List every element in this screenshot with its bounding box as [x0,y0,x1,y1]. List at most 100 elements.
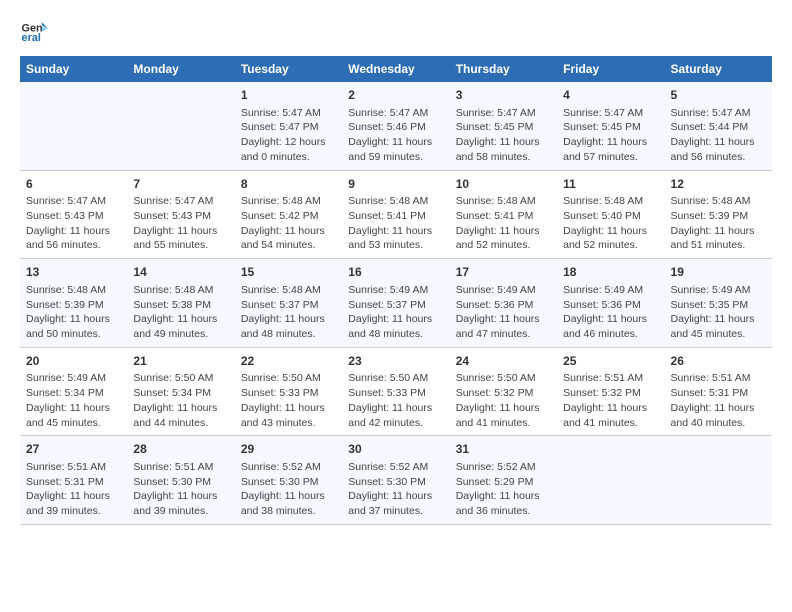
calendar-cell: 23Sunrise: 5:50 AMSunset: 5:33 PMDayligh… [342,347,449,436]
day-number: 31 [456,441,551,458]
cell-info-line: Sunrise: 5:47 AM [26,195,106,207]
cell-info-line: Daylight: 11 hours and 40 minutes. [671,402,755,429]
calendar-cell: 24Sunrise: 5:50 AMSunset: 5:32 PMDayligh… [450,347,557,436]
day-number: 11 [563,176,658,193]
cell-info-line: Sunrise: 5:50 AM [348,372,428,384]
calendar-cell [557,436,664,525]
cell-info-line: Sunrise: 5:47 AM [241,107,321,119]
calendar-header: SundayMondayTuesdayWednesdayThursdayFrid… [20,56,772,82]
day-number: 13 [26,264,121,281]
cell-info-line: Sunset: 5:36 PM [563,299,641,311]
cell-info-line: Sunset: 5:47 PM [241,121,319,133]
cell-info-line: Sunrise: 5:48 AM [26,284,106,296]
day-number: 15 [241,264,336,281]
calendar-cell: 29Sunrise: 5:52 AMSunset: 5:30 PMDayligh… [235,436,342,525]
cell-info-line: Daylight: 11 hours and 42 minutes. [348,402,432,429]
header-day: Wednesday [342,56,449,82]
calendar-cell: 25 Sunrise: 5:51 AM Sunset: 5:32 PM Dayligh… [557,347,664,436]
cell-info-line: Sunset: 5:44 PM [671,121,749,133]
cell-info-line: Sunrise: 5:51 AM [671,372,751,384]
calendar-cell: 10Sunrise: 5:48 AMSunset: 5:41 PMDayligh… [450,170,557,259]
logo: Gen eral [20,16,52,44]
day-number: 5 [671,87,766,104]
cell-info-line: Sunset: 5:45 PM [456,121,534,133]
cell-info-line: Sunset: 5:32 PM [563,387,641,399]
calendar-cell [20,82,127,170]
cell-info-line: Sunrise: 5:51 AM [133,461,213,473]
cell-info-line: Sunrise: 5:48 AM [241,284,321,296]
calendar-cell: 1Sunrise: 5:47 AMSunset: 5:47 PMDaylight… [235,82,342,170]
day-number: 19 [671,264,766,281]
cell-info-line: Daylight: 11 hours and 43 minutes. [241,402,325,429]
cell-info-line: Sunrise: 5:49 AM [671,284,751,296]
calendar-page: Gen eral SundayMondayTuesdayWednesdayThu… [0,0,792,612]
day-number: 9 [348,176,443,193]
page-header: Gen eral [20,16,772,44]
cell-info-line: Daylight: 11 hours and 39 minutes. [133,490,217,517]
cell-info-line: Daylight: 11 hours and 47 minutes. [456,313,540,340]
day-number: 28 [133,441,228,458]
header-row: SundayMondayTuesdayWednesdayThursdayFrid… [20,56,772,82]
calendar-cell: 14Sunrise: 5:48 AMSunset: 5:38 PMDayligh… [127,259,234,348]
cell-info-line: Sunrise: 5:51 AM [26,461,106,473]
calendar-cell: 27Sunrise: 5:51 AMSunset: 5:31 PMDayligh… [20,436,127,525]
day-number: 25 [563,353,658,370]
day-number: 22 [241,353,336,370]
cell-info-line: Daylight: 11 hours and 48 minutes. [241,313,325,340]
header-day: Sunday [20,56,127,82]
day-number: 17 [456,264,551,281]
cell-info-line: Sunrise: 5:48 AM [671,195,751,207]
day-number: 16 [348,264,443,281]
cell-info-line: Daylight: 11 hours and 56 minutes. [671,136,755,163]
cell-info-line: Sunset: 5:35 PM [671,299,749,311]
calendar-cell: 9Sunrise: 5:48 AMSunset: 5:41 PMDaylight… [342,170,449,259]
cell-info-line: Daylight: 11 hours and 53 minutes. [348,225,432,252]
cell-info-line: Sunset: 5:43 PM [26,210,104,222]
calendar-cell: 13Sunrise: 5:48 AMSunset: 5:39 PMDayligh… [20,259,127,348]
day-number: 2 [348,87,443,104]
calendar-cell: 30Sunrise: 5:52 AMSunset: 5:30 PMDayligh… [342,436,449,525]
cell-info-line: Daylight: 12 hours and 0 minutes. [241,136,326,163]
day-number: 4 [563,87,658,104]
day-number: 3 [456,87,551,104]
cell-info-line: Daylight: 11 hours and 41 minutes. [563,402,647,429]
cell-info-line: Daylight: 11 hours and 52 minutes. [563,225,647,252]
cell-info-line: Daylight: 11 hours and 55 minutes. [133,225,217,252]
cell-info-line: Daylight: 11 hours and 46 minutes. [563,313,647,340]
cell-info-line: Sunset: 5:30 PM [133,476,211,488]
calendar-cell: 6Sunrise: 5:47 AMSunset: 5:43 PMDaylight… [20,170,127,259]
cell-info-line: Sunset: 5:31 PM [671,387,749,399]
day-number: 21 [133,353,228,370]
calendar-cell: 16Sunrise: 5:49 AMSunset: 5:37 PMDayligh… [342,259,449,348]
cell-info-line: Daylight: 11 hours and 56 minutes. [26,225,110,252]
day-number: 26 [671,353,766,370]
cell-info-line: Sunset: 5:31 PM [26,476,104,488]
calendar-cell: 15Sunrise: 5:48 AMSunset: 5:37 PMDayligh… [235,259,342,348]
cell-info-line: Sunrise: 5:51 AM [563,372,643,384]
cell-info-line: Sunrise: 5:49 AM [26,372,106,384]
day-number: 29 [241,441,336,458]
calendar-cell: 5Sunrise: 5:47 AMSunset: 5:44 PMDaylight… [665,82,772,170]
cell-info-line: Sunset: 5:40 PM [563,210,641,222]
day-number: 24 [456,353,551,370]
cell-info-line: Sunrise: 5:47 AM [563,107,643,119]
calendar-body: 1Sunrise: 5:47 AMSunset: 5:47 PMDaylight… [20,82,772,524]
calendar-cell: 11Sunrise: 5:48 AMSunset: 5:40 PMDayligh… [557,170,664,259]
calendar-cell: 17Sunrise: 5:49 AMSunset: 5:36 PMDayligh… [450,259,557,348]
day-number: 14 [133,264,228,281]
cell-info-line: Sunset: 5:41 PM [348,210,426,222]
cell-info-line: Sunset: 5:45 PM [563,121,641,133]
calendar-cell: 3Sunrise: 5:47 AMSunset: 5:45 PMDaylight… [450,82,557,170]
cell-info-line: Sunrise: 5:52 AM [241,461,321,473]
cell-info-line: Daylight: 11 hours and 59 minutes. [348,136,432,163]
calendar-cell: 31Sunrise: 5:52 AMSunset: 5:29 PMDayligh… [450,436,557,525]
cell-info-line: Sunset: 5:37 PM [348,299,426,311]
calendar-cell: 12Sunrise: 5:48 AMSunset: 5:39 PMDayligh… [665,170,772,259]
cell-info-line: Daylight: 11 hours and 52 minutes. [456,225,540,252]
cell-info-line: Sunset: 5:36 PM [456,299,534,311]
header-day: Tuesday [235,56,342,82]
cell-info-line: Sunset: 5:38 PM [133,299,211,311]
cell-info-line: Sunset: 5:30 PM [241,476,319,488]
header-day: Saturday [665,56,772,82]
header-day: Monday [127,56,234,82]
